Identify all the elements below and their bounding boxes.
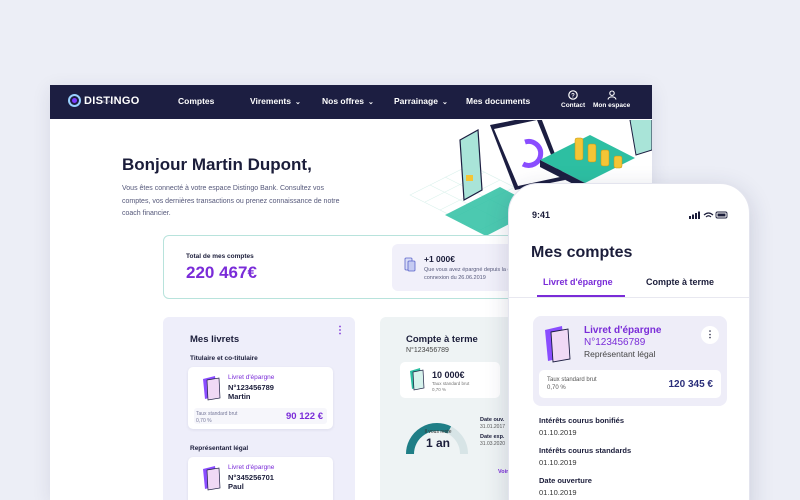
nav-label: Nos offres	[322, 96, 365, 106]
account-amount: 90 122 €	[286, 411, 323, 422]
nav-item-parrainage[interactable]: Parrainage ⌄	[394, 96, 448, 106]
account-type: Livret d'épargne	[228, 374, 275, 381]
mobile-page-title: Mes comptes	[531, 244, 633, 261]
rate-row: Taux standard brut 0,70 % 120 345 €	[539, 370, 721, 398]
chevron-down-icon: ⌄	[441, 99, 448, 106]
brand-sub: BANK	[102, 99, 115, 104]
more-options-icon[interactable]: ⋮	[335, 325, 345, 336]
mobile-account-card[interactable]: Livret d'épargne N°123456789 Représentan…	[533, 316, 727, 406]
panel-title: Compte à terme	[406, 334, 478, 345]
rate-value: 0,70 %	[432, 387, 447, 392]
field-label: Intérêts courus standards	[539, 446, 632, 455]
rate-label: Taux standard brut	[196, 411, 238, 417]
nav-item-documents[interactable]: Mes documents	[466, 96, 530, 106]
account-number: N°123456789	[406, 347, 449, 354]
account-owner: Paul	[228, 482, 244, 491]
nav-label: Parrainage	[394, 96, 438, 106]
total-label: Total de mes comptes	[186, 253, 254, 260]
bank-card-icon	[545, 326, 571, 363]
rate-text: Taux standard brut 0,70 %	[196, 411, 237, 424]
legal-section-label: Représentant légal	[190, 445, 249, 452]
field-value: 01.10.2019	[539, 428, 577, 437]
term-amount-card[interactable]: 10 000€ Taux standard brut 0,70 %	[400, 362, 500, 398]
top-navbar: DISTINGO BANK Comptes Virements ⌄ Nos off…	[50, 85, 652, 119]
account-number: N°123456789	[228, 383, 274, 392]
nav-label: Comptes	[178, 96, 215, 106]
account-number: N°123456789	[584, 337, 646, 348]
intro-text: Vous êtes connecté à votre espace Distin…	[122, 185, 340, 217]
account-details: Intérêts courus bonifiés 01.10.2019 Inté…	[539, 416, 631, 500]
panel-title: Mes livrets	[190, 334, 240, 345]
exp-date-value: 31.03.2020	[480, 440, 506, 447]
account-owner: Martin	[228, 392, 251, 401]
nav-item-virements[interactable]: Virements ⌄	[250, 96, 301, 106]
chevron-down-icon: ⌄	[294, 99, 301, 106]
tab-livret[interactable]: Livret d'épargne	[543, 277, 613, 287]
contact-button[interactable]: ? Contact	[561, 90, 585, 109]
account-number: N°345256701	[228, 473, 274, 482]
open-date-value: 31.01.2017	[480, 423, 506, 430]
rate-label: Taux standard brut	[432, 381, 470, 386]
savings-panel: Mes livrets ⋮ Titulaire et co-titulaire …	[163, 317, 355, 500]
nav-label: Virements	[250, 96, 291, 106]
bank-card-icon	[203, 466, 221, 491]
mobile-app: 9:41 Mes comptes Livret d'épargne Compte…	[508, 183, 750, 500]
nav-item-offres[interactable]: Nos offres ⌄	[322, 96, 374, 106]
remaining-value: 1 an	[425, 436, 450, 450]
holder-section-label: Titulaire et co-titulaire	[190, 355, 258, 362]
term-dates: Date ouv. 31.01.2017 Date exp. 31.03.202…	[480, 417, 505, 451]
exp-date-label: Date exp.	[480, 434, 505, 440]
savings-card-paul[interactable]: Livret d'épargne N°345256701 Paul	[188, 457, 333, 500]
page-title: Bonjour Martin Dupont,	[122, 155, 312, 174]
rate-text: Taux standard brut 0,70 %	[547, 376, 597, 392]
my-space-button[interactable]: Mon espace	[593, 90, 630, 109]
nav-item-comptes[interactable]: Comptes	[178, 96, 214, 106]
bank-card-icon	[410, 368, 425, 391]
rate-value: 0,70 %	[547, 385, 566, 391]
svg-text:?: ?	[571, 93, 575, 99]
logo-icon	[68, 94, 81, 107]
tab-compte-terme[interactable]: Compte à terme	[646, 277, 714, 287]
tab-divider	[509, 297, 749, 298]
field-label: Intérêts courus bonifiés	[539, 416, 625, 425]
remaining-label: Il vous reste	[424, 429, 452, 435]
total-value: 220 467€	[186, 263, 257, 282]
account-role: Représentant légal	[584, 349, 656, 359]
term-amount: 10 000€	[432, 370, 465, 380]
open-date-label: Date ouv.	[480, 417, 505, 423]
field-value: 01.10.2019	[539, 488, 577, 497]
account-type: Livret d'épargne	[584, 325, 662, 336]
bank-card-icon	[203, 376, 221, 401]
field-label: Date ouverture	[539, 476, 592, 485]
rate-label: Taux standard brut	[547, 377, 597, 383]
chevron-down-icon: ⌄	[368, 99, 374, 106]
my-space-label: Mon espace	[593, 102, 631, 109]
nav-label: Mes documents	[466, 96, 531, 106]
more-options-icon[interactable]: ⋮	[701, 326, 719, 344]
account-amount: 120 345 €	[668, 379, 714, 390]
notice-title: +1 000€	[424, 254, 455, 264]
field-value: 01.10.2019	[539, 458, 577, 467]
coins-icon	[404, 257, 416, 272]
contact-label: Contact	[561, 102, 586, 109]
account-type: Livret d'épargne	[228, 464, 275, 471]
user-icon	[607, 90, 617, 100]
rate-text: Taux standard brut 0,70 %	[432, 381, 469, 393]
savings-card-martin[interactable]: Livret d'épargne N°123456789 Martin Taux…	[188, 367, 333, 429]
status-time: 9:41	[532, 210, 551, 220]
status-icons	[689, 211, 728, 219]
rate-value: 0,70 %	[196, 417, 212, 424]
help-icon: ?	[568, 90, 578, 100]
